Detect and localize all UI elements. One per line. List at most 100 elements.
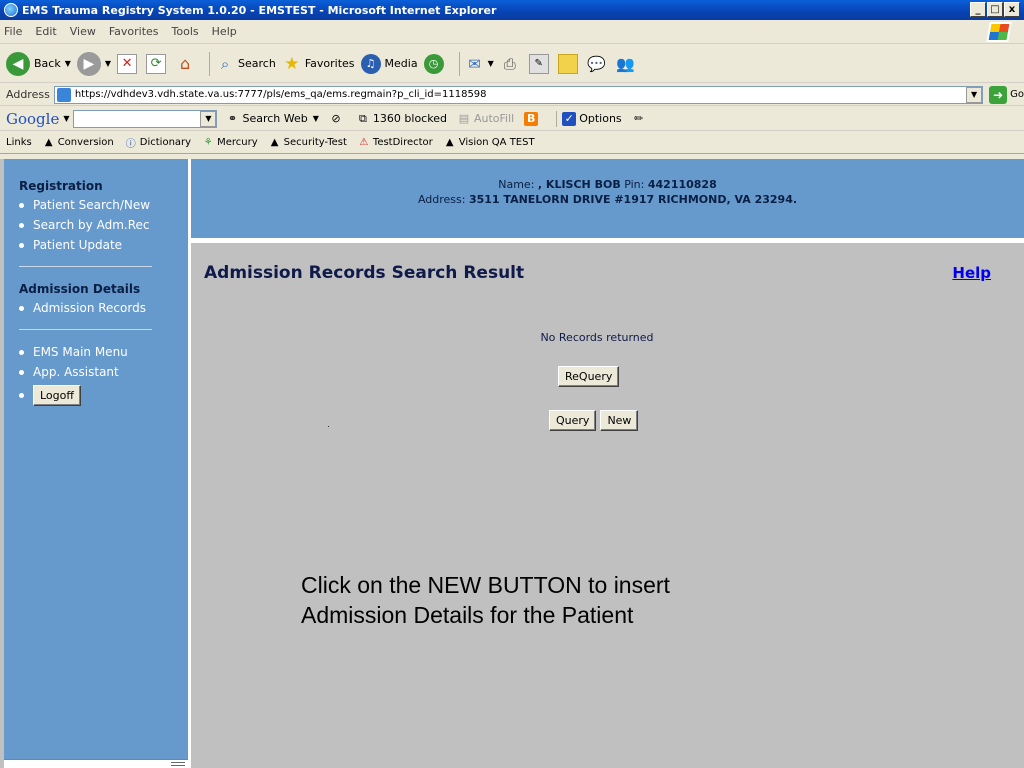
nav-app-assistant[interactable]: App. Assistant xyxy=(19,365,188,379)
pin-label: Pin: xyxy=(624,178,645,191)
highlight-button[interactable]: ✏ xyxy=(632,112,649,126)
link-security-test-label: Security-Test xyxy=(283,137,347,148)
link-dictionary[interactable]: ⓘ Dictionary xyxy=(124,136,191,150)
media-button[interactable]: ♫ Media xyxy=(360,53,418,74)
help-link[interactable]: Help xyxy=(952,264,991,282)
patient-name-row: Name: , KLISCH BOB Pin: 442110828 xyxy=(191,178,1024,191)
media-icon: ♫ xyxy=(360,53,381,74)
go-button[interactable]: ➜ Go xyxy=(989,85,1024,104)
favorites-button[interactable]: ★ Favorites xyxy=(282,53,355,74)
chat-bubble-icon: 💬 xyxy=(587,54,607,73)
new-button[interactable]: New xyxy=(600,410,639,431)
requery-button[interactable]: ReQuery xyxy=(558,366,620,387)
autofill-icon: ▤ xyxy=(458,112,470,125)
no-records-message: No Records returned xyxy=(540,331,654,344)
window-controls: _ □ x xyxy=(970,2,1020,17)
pagerank-icon: ⊘ xyxy=(331,112,341,125)
edit-page-icon: ✎ xyxy=(528,53,549,74)
discuss-button[interactable] xyxy=(557,53,581,74)
menu-bar: File Edit View Favorites Tools Help xyxy=(0,20,1024,44)
messenger-button[interactable]: 💬 xyxy=(587,54,610,74)
search-web-label: Search Web xyxy=(242,112,308,125)
nav-search-by-adm-rec[interactable]: Search by Adm.Rec xyxy=(19,218,188,232)
history-button[interactable]: ◷ xyxy=(423,53,448,74)
link-mercury[interactable]: ⚘ Mercury xyxy=(201,136,258,150)
binoculars-icon: ⚭ xyxy=(227,112,238,125)
link-security-test[interactable]: ▲ Security-Test xyxy=(268,136,347,150)
mail-button[interactable]: ✉ ▼ xyxy=(465,54,494,74)
nav-divider xyxy=(19,329,152,330)
search-button[interactable]: ⌕ Search xyxy=(215,54,276,74)
google-logo[interactable]: Google xyxy=(6,110,59,128)
back-dropdown-icon[interactable]: ▼ xyxy=(65,59,71,68)
print-icon: ⎙ xyxy=(503,54,516,73)
favorites-label: Favorites xyxy=(304,57,355,70)
main-panel: Admission Records Search Result Help No … xyxy=(191,243,1024,768)
nav-ems-main-menu[interactable]: EMS Main Menu xyxy=(19,345,188,359)
bullet-icon xyxy=(19,222,24,228)
print-button[interactable]: ⎙ xyxy=(500,54,523,74)
admission-list: Admission Records xyxy=(19,301,188,315)
address-dropdown-icon[interactable]: ▼ xyxy=(966,86,983,103)
minimize-button[interactable]: _ xyxy=(970,2,986,17)
frame-scrollbar[interactable] xyxy=(4,759,188,768)
nav-admission-records[interactable]: Admission Records xyxy=(19,301,188,315)
blocked-count: 1360 blocked xyxy=(372,112,447,125)
contacts-button[interactable]: 👥 xyxy=(616,54,639,74)
link-vision-qa-test-label: Vision QA TEST xyxy=(458,137,535,148)
refresh-button[interactable]: ⟳ xyxy=(146,53,169,74)
blogger-button[interactable]: B xyxy=(524,111,541,126)
windows-logo-icon xyxy=(986,22,1012,42)
google-search-dropdown-icon[interactable]: ▼ xyxy=(200,110,217,127)
edit-button[interactable]: ✎ xyxy=(528,53,552,74)
autofill-button[interactable]: ▤ AutoFill xyxy=(457,112,514,126)
pagerank-button[interactable]: ⊘ xyxy=(329,112,346,126)
mail-dropdown-icon[interactable]: ▼ xyxy=(488,59,494,68)
standard-toolbar: ◀ Back ▼ ▶ ▼ ✕ ⟳ ⌂ ⌕ Search ★ Favorites … xyxy=(0,45,1024,83)
window-title-bar: EMS Trauma Registry System 1.0.20 - EMST… xyxy=(0,0,1024,20)
menu-view[interactable]: View xyxy=(70,25,96,38)
back-button[interactable]: ◀ Back ▼ xyxy=(6,51,71,76)
mail-icon: ✉ xyxy=(468,54,481,73)
go-arrow-icon: ➜ xyxy=(989,85,1008,104)
bullet-icon xyxy=(19,202,24,208)
stop-button[interactable]: ✕ xyxy=(117,53,140,74)
popup-blocker-button[interactable]: ⧉ 1360 blocked xyxy=(356,112,447,126)
google-search-input[interactable]: ▼ xyxy=(73,109,218,128)
maximize-button[interactable]: □ xyxy=(987,2,1003,17)
testdirector-icon: ⚠ xyxy=(359,137,369,148)
link-vision-qa-test[interactable]: ▲ Vision QA TEST xyxy=(443,136,535,150)
google-dropdown-icon[interactable]: ▼ xyxy=(63,114,69,123)
link-page-icon: ▲ xyxy=(445,137,454,148)
admission-details-heading: Admission Details xyxy=(19,282,141,296)
left-navigation: Registration Patient Search/New Search b… xyxy=(4,159,188,759)
back-arrow-icon: ◀ xyxy=(6,51,30,76)
options-button[interactable]: ✓ Options xyxy=(562,111,622,126)
link-testdirector[interactable]: ⚠ TestDirector xyxy=(357,136,432,150)
toolbar-separator xyxy=(209,51,211,76)
contacts-icon: 👥 xyxy=(616,54,636,73)
link-conversion[interactable]: ▲ Conversion xyxy=(42,136,114,150)
forward-dropdown-icon[interactable]: ▼ xyxy=(105,59,111,68)
address-input[interactable]: https://vdhdev3.vdh.state.va.us:7777/pls… xyxy=(53,85,984,104)
query-button[interactable]: Query xyxy=(549,410,597,431)
nav-patient-search[interactable]: Patient Search/New xyxy=(19,198,188,212)
scroll-grip-icon[interactable] xyxy=(171,762,185,766)
google-toolbar: Google ▼ ▼ ⚭ Search Web ▼ ⊘ ⧉ 1360 block… xyxy=(0,107,1024,131)
menu-file[interactable]: File xyxy=(4,25,22,38)
favorites-star-icon: ★ xyxy=(284,53,300,74)
menu-favorites[interactable]: Favorites xyxy=(109,25,159,38)
menu-tools[interactable]: Tools xyxy=(172,25,199,38)
search-web-dropdown-icon[interactable]: ▼ xyxy=(313,114,319,123)
nav-patient-update[interactable]: Patient Update xyxy=(19,238,188,252)
bullet-icon xyxy=(19,393,24,398)
logoff-button[interactable]: Logoff xyxy=(33,385,81,406)
home-button[interactable]: ⌂ xyxy=(175,54,198,74)
search-label: Search xyxy=(238,57,276,70)
menu-help[interactable]: Help xyxy=(212,25,237,38)
forward-button[interactable]: ▶ ▼ xyxy=(76,51,111,76)
close-button[interactable]: x xyxy=(1004,2,1020,17)
menu-edit[interactable]: Edit xyxy=(35,25,56,38)
search-web-button[interactable]: ⚭ Search Web ▼ xyxy=(225,112,319,126)
bullet-icon xyxy=(19,349,24,355)
